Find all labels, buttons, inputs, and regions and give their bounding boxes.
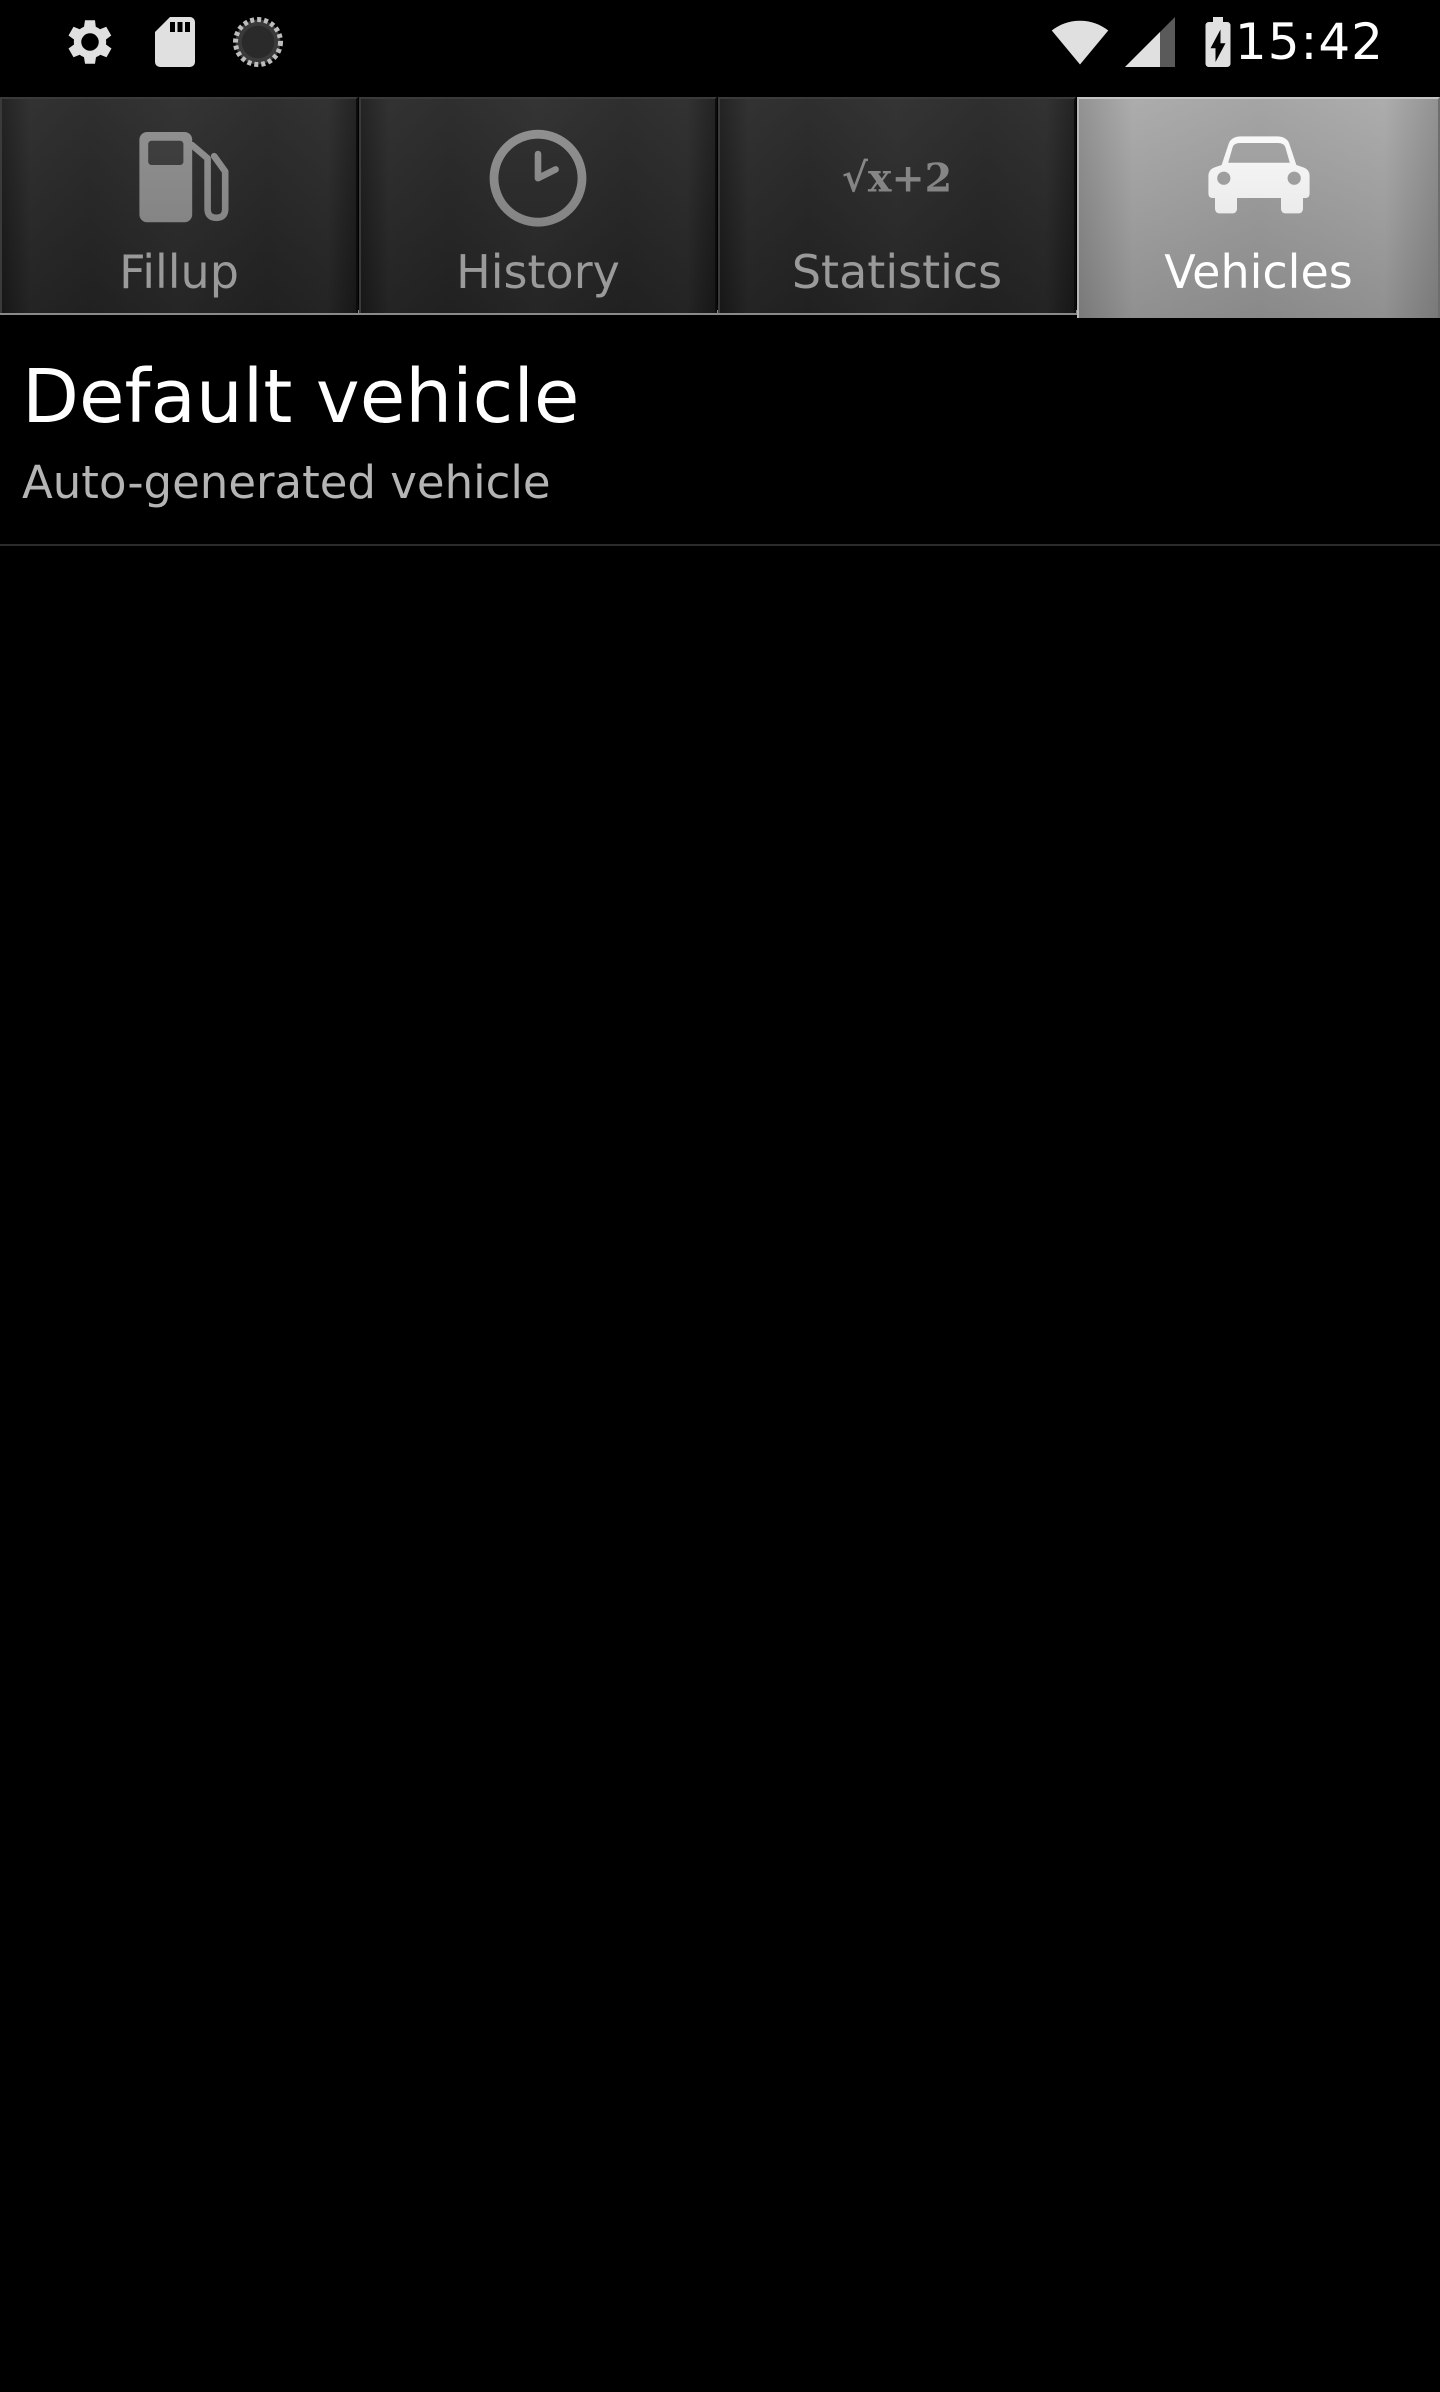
sd-card-icon <box>155 17 195 67</box>
cell-signal-icon <box>1125 17 1175 67</box>
tab-label: History <box>456 245 620 299</box>
wifi-icon <box>1051 20 1109 65</box>
vehicle-name: Default vehicle <box>22 354 580 440</box>
car-icon <box>1207 136 1310 214</box>
list-item[interactable]: Default vehicle Auto-generated vehicle <box>0 318 1440 546</box>
clock-icon <box>489 129 587 227</box>
tab-statistics[interactable]: √x+2 Statistics <box>718 97 1076 313</box>
settings-icon <box>68 20 112 64</box>
vehicle-description: Auto-generated vehicle <box>22 456 551 509</box>
tab-label: Fillup <box>119 245 239 299</box>
tab-bar: Fillup History √x+2 Statistics Vehicles <box>0 97 1440 318</box>
tab-label: Vehicles <box>1164 245 1353 299</box>
tab-vehicles[interactable]: Vehicles <box>1077 97 1440 318</box>
status-bar: 15:42 <box>0 0 1440 84</box>
sync-progress-icon <box>233 17 283 67</box>
fuel-pump-icon <box>139 132 229 223</box>
vehicle-list: Default vehicle Auto-generated vehicle <box>0 318 1440 546</box>
tab-history[interactable]: History <box>359 97 717 313</box>
tab-label: Statistics <box>791 245 1003 299</box>
sqrt-formula-icon: √x+2 <box>842 155 952 201</box>
tab-fillup[interactable]: Fillup <box>0 97 358 313</box>
status-clock: 15:42 <box>1234 13 1384 71</box>
statistics-icon-text: √x+2 <box>842 155 952 201</box>
